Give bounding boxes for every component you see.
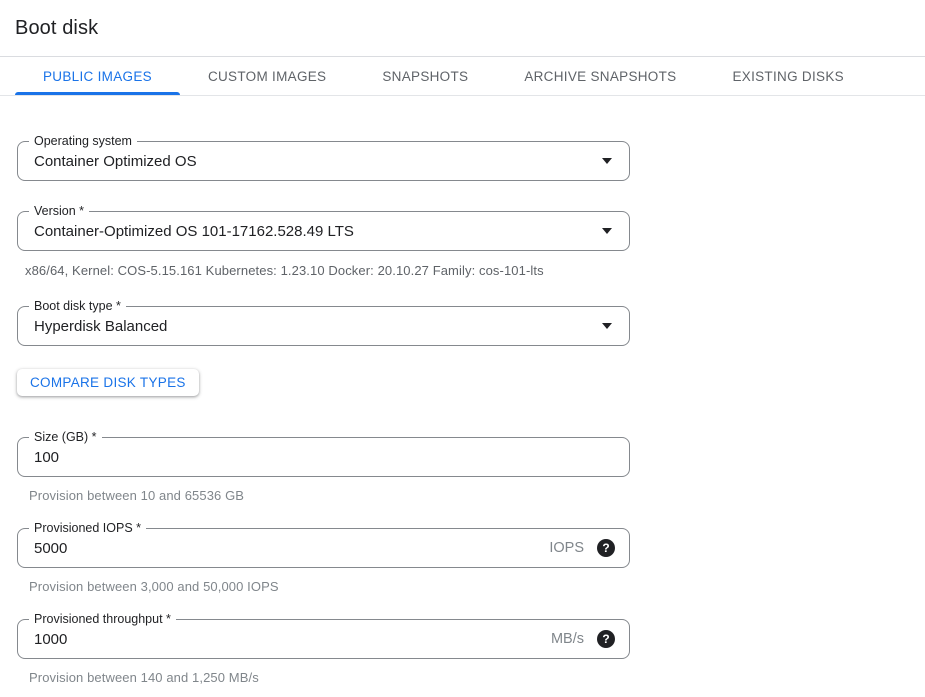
provisioned-iops-field: Provisioned IOPS * IOPS ?: [17, 528, 630, 568]
boot-disk-form: Operating system Container Optimized OS …: [17, 141, 630, 685]
version-value: Container-Optimized OS 101-17162.528.49 …: [18, 212, 602, 250]
boot-disk-tabs: PUBLIC IMAGES CUSTOM IMAGES SNAPSHOTS AR…: [0, 56, 925, 96]
iops-suffix-group: IOPS ?: [549, 539, 615, 557]
tab-label: CUSTOM IMAGES: [208, 69, 326, 84]
tab-label: PUBLIC IMAGES: [43, 69, 152, 84]
operating-system-label: Operating system: [29, 134, 137, 149]
provisioned-throughput-field: Provisioned throughput * MB/s ?: [17, 619, 630, 659]
tab-label: ARCHIVE SNAPSHOTS: [524, 69, 676, 84]
compare-disk-types-button[interactable]: COMPARE DISK TYPES: [17, 369, 199, 396]
dialog-header: Boot disk: [0, 0, 925, 56]
tab-snapshots[interactable]: SNAPSHOTS: [354, 57, 496, 95]
size-helper-text: Provision between 10 and 65536 GB: [17, 488, 630, 503]
provisioned-iops-label: Provisioned IOPS *: [29, 521, 146, 536]
page-title: Boot disk: [15, 17, 909, 40]
boot-disk-type-label: Boot disk type *: [29, 299, 126, 314]
provisioned-throughput-label: Provisioned throughput *: [29, 612, 176, 627]
caret-down-icon: [602, 323, 612, 329]
caret-down-icon: [602, 158, 612, 164]
size-label: Size (GB) *: [29, 430, 102, 445]
size-field: Size (GB) *: [17, 437, 630, 477]
tab-custom-images[interactable]: CUSTOM IMAGES: [180, 57, 354, 95]
tab-existing-disks[interactable]: EXISTING DISKS: [704, 57, 871, 95]
provisioned-iops-helper-text: Provision between 3,000 and 50,000 IOPS: [17, 579, 630, 594]
help-icon[interactable]: ?: [597, 630, 615, 648]
boot-disk-type-select[interactable]: Boot disk type * Hyperdisk Balanced: [17, 306, 630, 346]
version-select[interactable]: Version * Container-Optimized OS 101-171…: [17, 211, 630, 251]
operating-system-select[interactable]: Operating system Container Optimized OS: [17, 141, 630, 181]
caret-down-icon: [602, 228, 612, 234]
tab-label: SNAPSHOTS: [382, 69, 468, 84]
tab-archive-snapshots[interactable]: ARCHIVE SNAPSHOTS: [496, 57, 704, 95]
version-label: Version *: [29, 204, 89, 219]
provisioned-throughput-helper-text: Provision between 140 and 1,250 MB/s: [17, 670, 630, 685]
throughput-unit-label: MB/s: [551, 631, 584, 647]
help-icon[interactable]: ?: [597, 539, 615, 557]
iops-unit-label: IOPS: [549, 540, 584, 556]
tab-public-images[interactable]: PUBLIC IMAGES: [15, 57, 180, 95]
tab-label: EXISTING DISKS: [732, 69, 843, 84]
throughput-suffix-group: MB/s ?: [551, 630, 615, 648]
size-input[interactable]: [18, 438, 629, 476]
version-helper-text: x86/64, Kernel: COS-5.15.161 Kubernetes:…: [17, 263, 630, 278]
